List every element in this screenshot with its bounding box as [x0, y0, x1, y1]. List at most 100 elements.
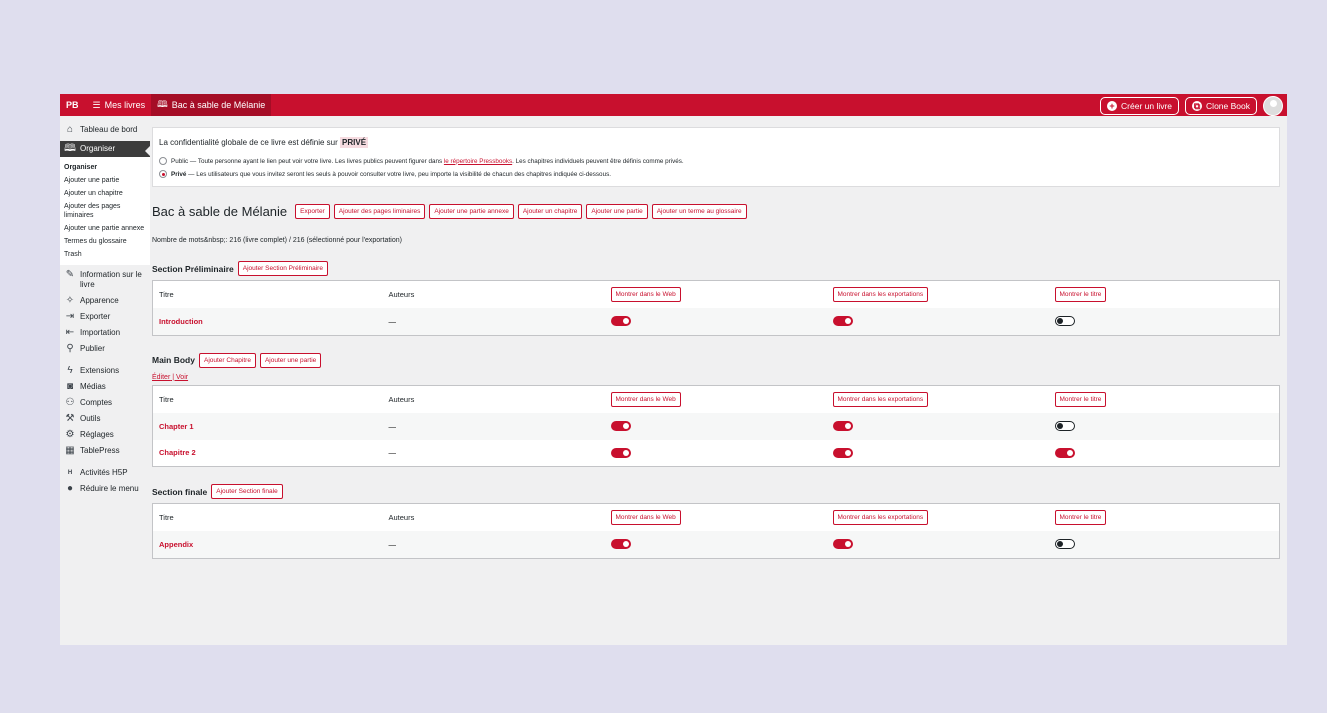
show-title-toggle[interactable]: [1054, 447, 1075, 458]
add-chapter-section-button[interactable]: Ajouter Chapitre: [198, 352, 256, 368]
toggle-all-web-button[interactable]: Montrer dans le Web: [610, 391, 681, 407]
app-window: PB ☰ Mes livres 🕮 Bac à sable de Mélanie…: [60, 94, 1287, 645]
sidebar-item-label: Extensions: [80, 366, 120, 375]
toggle-all-titles-button[interactable]: Montrer le titre: [1054, 287, 1107, 302]
privacy-status: La confidentialité globale de ce livre e…: [159, 137, 1273, 148]
sidebar-item-book-info[interactable]: ✎ Information sur le livre: [60, 267, 150, 293]
toggle-all-exports-button[interactable]: Montrer dans les exportations: [832, 510, 929, 525]
web-toggle[interactable]: [610, 316, 631, 327]
toggle-all-exports-button[interactable]: Montrer dans les exportations: [832, 287, 929, 302]
current-book-link[interactable]: 🕮 Bac à sable de Mélanie: [151, 94, 272, 116]
web-toggle[interactable]: [610, 447, 631, 458]
toggle-all-titles-button[interactable]: Montrer le titre: [1054, 510, 1107, 525]
sidebar-collapse[interactable]: ● Réduire le menu: [60, 481, 150, 497]
sidebar-submenu: Organiser Ajouter une partie Ajouter un …: [60, 157, 150, 265]
export-toggle[interactable]: [832, 447, 853, 458]
show-title-toggle[interactable]: [1054, 539, 1075, 550]
my-books-link[interactable]: ☰ Mes livres: [93, 94, 146, 116]
toggle-all-web-button[interactable]: Montrer dans le Web: [610, 510, 681, 525]
pressbooks-logo[interactable]: PB: [66, 100, 79, 110]
sidebar-item-label: Tableau de bord: [80, 125, 138, 134]
toggle-all-exports-button[interactable]: Montrer dans les exportations: [832, 391, 929, 407]
submenu-add-back-matter[interactable]: Ajouter une partie annexe: [60, 222, 150, 235]
submenu-add-chapter[interactable]: Ajouter un chapitre: [60, 187, 150, 200]
public-radio[interactable]: [159, 157, 167, 165]
add-front-section-button[interactable]: Ajouter Section Préliminaire: [237, 261, 328, 276]
row-title-link[interactable]: Appendix: [159, 540, 193, 549]
sidebar-item-dashboard[interactable]: ⌂ Tableau de bord: [60, 122, 150, 138]
web-toggle[interactable]: [610, 539, 631, 550]
submenu-add-part[interactable]: Ajouter une partie: [60, 174, 150, 187]
front-matter-table: Titre Auteurs Montrer dans le Web Montre…: [152, 280, 1280, 336]
media-icon: ◙: [66, 381, 74, 392]
web-toggle[interactable]: [610, 421, 631, 431]
privacy-text: La confidentialité globale de ce livre e…: [159, 138, 338, 147]
export-toggle[interactable]: [832, 316, 853, 327]
main-body-header: Main Body Ajouter Chapitre Ajouter une p…: [152, 352, 1280, 368]
section-label: Section Préliminaire: [152, 263, 234, 274]
create-book-button[interactable]: + Créer un livre: [1100, 97, 1180, 115]
edit-link[interactable]: Éditer: [152, 374, 170, 381]
row-authors: —: [382, 531, 605, 558]
back-matter-header: Section finale Ajouter Section finale: [152, 484, 1280, 499]
sidebar-item-label: Outils: [80, 414, 101, 423]
sidebar-item-tools[interactable]: ⚒ Outils: [60, 411, 150, 427]
add-front-matter-button[interactable]: Ajouter des pages liminaires: [333, 204, 426, 219]
appearance-icon: ✧: [65, 295, 75, 306]
h5p-icon: H: [67, 470, 73, 476]
submenu-organize[interactable]: Organiser: [60, 161, 150, 174]
home-icon: ⌂: [66, 124, 74, 135]
publish-icon: ⚲: [66, 343, 74, 354]
table-row: Chapitre 2 —: [153, 440, 1280, 467]
directory-link[interactable]: le répertoire Pressbooks: [444, 158, 512, 165]
submenu-glossary[interactable]: Termes du glossaire: [60, 235, 150, 248]
main-content: La confidentialité globale de ce livre e…: [150, 116, 1287, 645]
row-title-link[interactable]: Chapitre 2: [159, 448, 196, 457]
word-count: Nombre de mots&nbsp;: 216 (livre complet…: [152, 237, 402, 244]
sidebar-item-appearance[interactable]: ✧ Apparence: [60, 293, 150, 309]
show-title-toggle[interactable]: [1054, 421, 1075, 431]
submenu-trash[interactable]: Trash: [60, 248, 150, 261]
add-chapter-button[interactable]: Ajouter un chapitre: [517, 204, 583, 219]
private-option[interactable]: Privé — Les utilisateurs que vous invite…: [159, 170, 1273, 178]
clone-book-button[interactable]: ⧉ Clone Book: [1185, 97, 1257, 115]
add-part-section-button[interactable]: Ajouter une partie: [259, 352, 322, 368]
col-title: Titre: [159, 290, 174, 299]
submenu-add-front-matter[interactable]: Ajouter des pages liminaires: [60, 200, 150, 222]
view-link[interactable]: Voir: [176, 374, 188, 381]
edit-icon: ✎: [65, 269, 75, 280]
add-glossary-term-button[interactable]: Ajouter un terme au glossaire: [651, 204, 747, 219]
private-description: — Les utilisateurs que vous invitez sero…: [186, 170, 611, 178]
sidebar-item-label: Apparence: [80, 296, 119, 305]
sidebar-item-users[interactable]: ⚇ Comptes: [60, 395, 150, 411]
public-option[interactable]: Public — Toute personne ayant le lien pe…: [159, 157, 1273, 165]
sidebar-item-plugins[interactable]: ϟ Extensions: [60, 363, 150, 379]
sidebar-item-publish[interactable]: ⚲ Publier: [60, 341, 150, 357]
add-back-section-button[interactable]: Ajouter Section finale: [211, 484, 283, 499]
sidebar-item-media[interactable]: ◙ Médias: [60, 379, 150, 395]
export-icon: ⇥: [65, 311, 75, 322]
avatar[interactable]: [1263, 96, 1283, 116]
sidebar-item-h5p[interactable]: H Activités H5P: [60, 465, 150, 481]
show-title-toggle[interactable]: [1054, 316, 1075, 327]
export-button[interactable]: Exporter: [295, 204, 330, 219]
export-toggle[interactable]: [832, 421, 853, 431]
sidebar-item-export[interactable]: ⇥ Exporter: [60, 309, 150, 325]
sidebar-item-tablepress[interactable]: ▦ TablePress: [60, 443, 150, 459]
export-toggle[interactable]: [832, 539, 853, 550]
sidebar-item-settings[interactable]: ⚙ Réglages: [60, 427, 150, 443]
toggle-all-web-button[interactable]: Montrer dans le Web: [610, 287, 681, 302]
add-back-matter-button[interactable]: Ajouter une partie annexe: [429, 204, 514, 219]
table-row: Chapter 1 —: [152, 412, 1280, 440]
sidebar-item-organize[interactable]: 🕮 Organiser: [60, 141, 151, 157]
toggle-all-titles-button[interactable]: Montrer le titre: [1054, 391, 1107, 407]
clone-book-label: Clone Book: [1206, 101, 1250, 111]
private-radio[interactable]: [159, 170, 167, 178]
sidebar-item-import[interactable]: ⇤ Importation: [60, 325, 150, 341]
row-title-link[interactable]: Chapter 1: [159, 422, 194, 431]
row-title-link[interactable]: Introduction: [159, 317, 203, 326]
sidebar: ⌂ Tableau de bord 🕮 Organiser Organiser …: [60, 116, 151, 645]
back-matter-table: Titre Auteurs Montrer dans le Web Montre…: [152, 503, 1280, 559]
sidebar-item-label: Réglages: [80, 430, 114, 439]
add-part-button[interactable]: Ajouter une partie: [586, 204, 648, 219]
